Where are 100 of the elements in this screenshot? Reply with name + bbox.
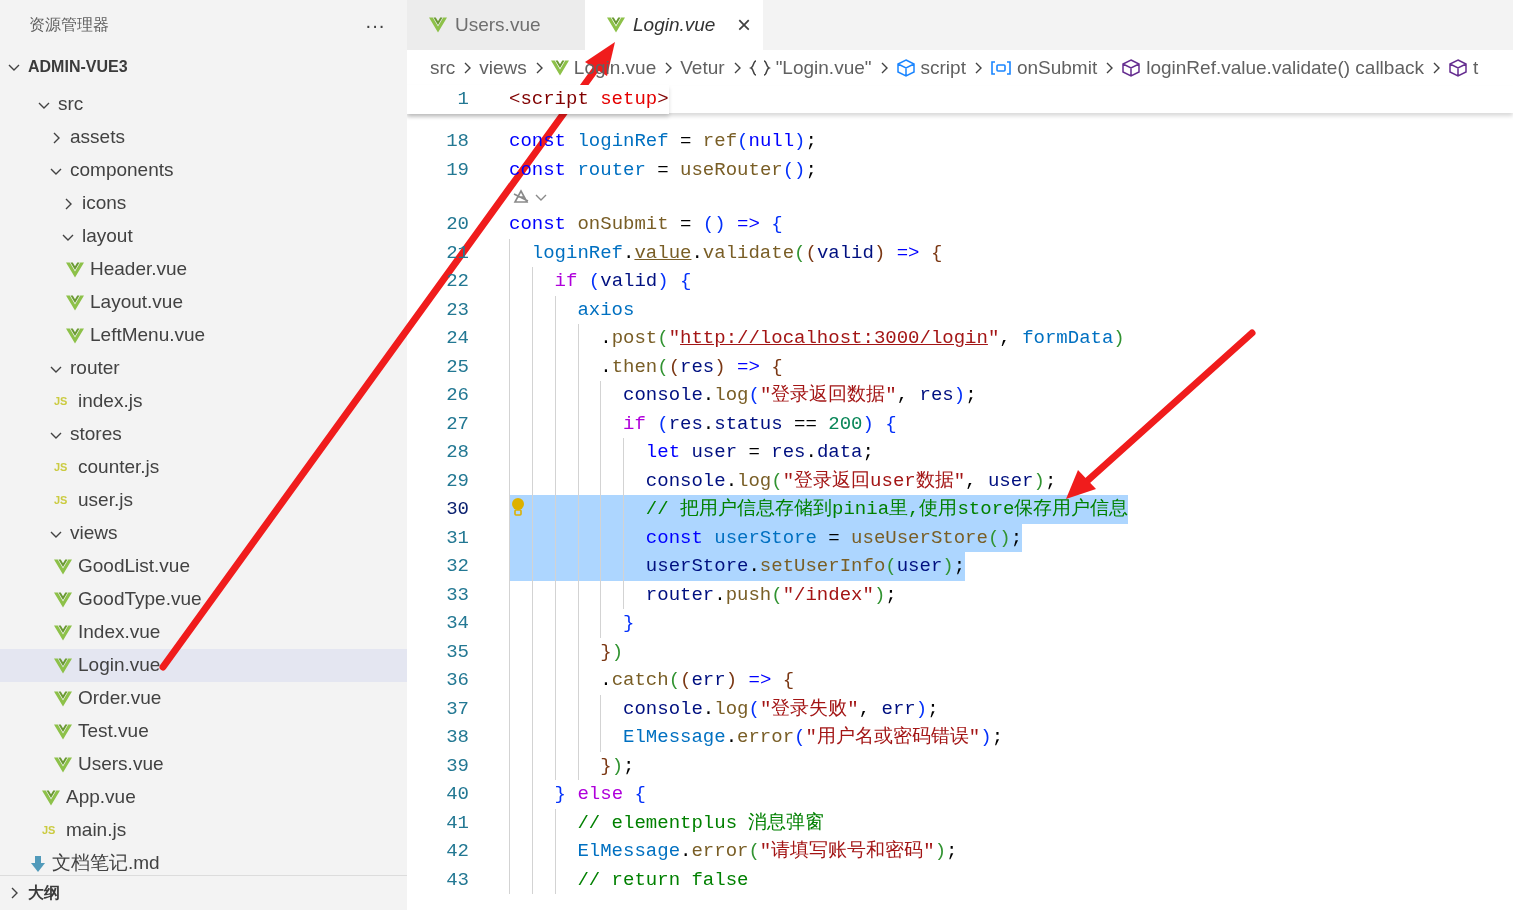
- vue-file-icon: [54, 591, 72, 608]
- line-number: 34: [445, 611, 469, 636]
- code-line: if (valid) {: [509, 267, 692, 296]
- line-number: 36: [445, 668, 469, 693]
- editor-tab[interactable]: Login.vue ×: [585, 0, 763, 50]
- js-file-icon: JS: [54, 459, 72, 476]
- code-line: <script setup>: [509, 87, 669, 113]
- tree-item[interactable]: JS index.js: [0, 385, 407, 418]
- panel-title: 资源管理器: [29, 15, 109, 35]
- code-line: ElMessage.error("用户名或密码错误");: [509, 723, 1004, 752]
- line-number: 32: [445, 554, 469, 579]
- line-number: 41: [445, 810, 469, 836]
- tree-item[interactable]: Users.vue: [0, 748, 407, 781]
- editor-tab[interactable]: Users.vue: [407, 0, 585, 50]
- breadcrumb-item[interactable]: views: [479, 53, 527, 83]
- breadcrumb-item[interactable]: Vetur: [680, 53, 725, 83]
- tree-item[interactable]: icons: [0, 187, 407, 220]
- vue-file-icon: [607, 17, 625, 33]
- line-number: 19: [445, 157, 469, 183]
- line-number: 37: [445, 696, 469, 722]
- line-number: 18: [445, 129, 469, 154]
- code-line: console.log("登录返回数据", res);: [509, 381, 977, 410]
- cube-icon: [1121, 59, 1142, 77]
- line-number: 27: [445, 411, 469, 437]
- vue-file-icon: [550, 60, 569, 76]
- line-number: 24: [445, 326, 469, 351]
- tree-item[interactable]: Layout.vue: [0, 286, 407, 319]
- download-arrow-icon: [30, 854, 46, 873]
- breadcrumb-item[interactable]: onSubmit: [1016, 53, 1098, 83]
- vue-file-icon: [66, 294, 84, 311]
- line-number: 43: [445, 867, 469, 893]
- tree-item[interactable]: JS user.js: [0, 484, 407, 517]
- line-number: 39: [445, 753, 469, 779]
- code-line: if (res.status == 200) {: [509, 409, 897, 438]
- vue-file-icon: [42, 789, 60, 806]
- line-number: 30: [445, 497, 469, 522]
- line-number: 35: [445, 639, 469, 665]
- code-line: });: [509, 751, 635, 780]
- vue-file-icon: [66, 261, 84, 278]
- vue-file-icon: [66, 327, 84, 344]
- tree-item[interactable]: GoodList.vue: [0, 550, 407, 583]
- cube-icon: [895, 59, 916, 77]
- line-number: 23: [445, 297, 469, 323]
- more-actions-button[interactable]: ···: [365, 15, 385, 35]
- code-line: // return false: [509, 865, 749, 894]
- code-line: .then((res) => {: [509, 352, 783, 381]
- line-number: 38: [445, 725, 469, 750]
- vue-file-icon: [54, 690, 72, 707]
- breadcrumb-item[interactable]: script: [920, 53, 966, 83]
- breadcrumb-item[interactable]: src: [430, 53, 456, 83]
- tree-item[interactable]: App.vue: [0, 781, 407, 814]
- line-number: 25: [445, 354, 469, 380]
- line-number: 40: [445, 782, 469, 807]
- tree-item[interactable]: Test.vue: [0, 715, 407, 748]
- js-file-icon: JS: [54, 393, 72, 410]
- tree-item[interactable]: src: [0, 88, 407, 121]
- line-number: 1: [456, 87, 469, 113]
- tree-item[interactable]: Login.vue: [0, 649, 407, 682]
- code-line: let user = res.data;: [509, 438, 874, 467]
- line-number: 26: [445, 383, 469, 408]
- tree-item[interactable]: assets: [0, 121, 407, 154]
- code-line: .post("http://localhost:3000/login", formData): [509, 324, 1125, 353]
- tree-item[interactable]: 文档笔记.md: [0, 847, 407, 875]
- code-line: router.push("/index");: [509, 580, 897, 609]
- braces-icon: [748, 59, 771, 77]
- vue-file-icon: [54, 756, 72, 773]
- breadcrumb-item[interactable]: "Login.vue": [775, 53, 872, 83]
- js-file-icon: JS: [54, 492, 72, 509]
- line-number: 42: [445, 839, 469, 864]
- code-line: // elementplus 消息弹窗: [509, 808, 825, 837]
- line-number: 33: [445, 582, 469, 608]
- line-number: 31: [445, 525, 469, 551]
- project-header[interactable]: ADMIN-VUE3: [0, 50, 407, 84]
- code-line: }): [509, 637, 624, 666]
- close-button[interactable]: ×: [737, 13, 751, 37]
- line-number: 20: [445, 212, 469, 237]
- tree-item[interactable]: Header.vue: [0, 253, 407, 286]
- tree-item[interactable]: stores: [0, 418, 407, 451]
- vue-file-icon: [54, 657, 72, 674]
- line-number: 28: [445, 440, 469, 465]
- code-line: loginRef.value.validate((valid) => {: [509, 238, 943, 267]
- breadcrumb-item[interactable]: loginRef.value.validate() callback: [1146, 53, 1424, 83]
- tree-item[interactable]: Order.vue: [0, 682, 407, 715]
- breadcrumb-item[interactable]: t: [1472, 53, 1479, 83]
- tree-item[interactable]: views: [0, 517, 407, 550]
- js-file-icon: JS: [42, 822, 60, 839]
- tree-item[interactable]: components: [0, 154, 407, 187]
- cube-icon: [1447, 59, 1468, 77]
- tree-item[interactable]: LeftMenu.vue: [0, 319, 407, 352]
- code-line: console.log("登录失败", err);: [509, 694, 939, 723]
- code-line: console.log("登录返回user数据", user);: [509, 466, 1057, 495]
- tree-item[interactable]: layout: [0, 220, 407, 253]
- code-line: axios: [509, 295, 635, 324]
- tree-item[interactable]: JS main.js: [0, 814, 407, 847]
- tree-item[interactable]: Index.vue: [0, 616, 407, 649]
- code-line: .catch((err) => {: [509, 666, 795, 695]
- vue-file-icon: [54, 624, 72, 641]
- tree-item[interactable]: GoodType.vue: [0, 583, 407, 616]
- tree-item[interactable]: router: [0, 352, 407, 385]
- tree-item[interactable]: JS counter.js: [0, 451, 407, 484]
